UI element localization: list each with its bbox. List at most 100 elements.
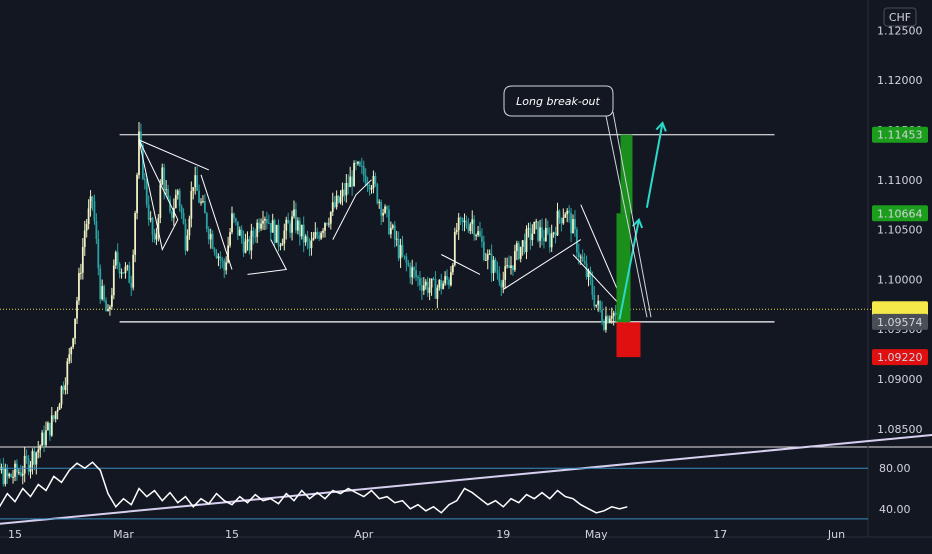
candle-body — [152, 218, 154, 235]
candle-body — [150, 218, 152, 219]
candle-body — [402, 245, 404, 256]
candle-body — [411, 267, 413, 277]
candle-body — [90, 196, 92, 208]
candle-body — [533, 222, 535, 234]
candle-body — [338, 196, 340, 203]
candle-body — [312, 238, 314, 240]
candle-body — [491, 254, 493, 274]
profit-zone[interactable] — [617, 213, 631, 322]
candle-body — [111, 295, 113, 307]
time-tick-label: 15 — [8, 528, 22, 541]
candle-body — [601, 310, 603, 323]
candle-body — [109, 307, 111, 309]
candle-body — [183, 213, 185, 223]
candle-body — [125, 267, 127, 274]
candle-body — [382, 213, 384, 216]
candle-body — [156, 233, 158, 239]
candle-body — [299, 221, 301, 237]
candle-body — [359, 162, 361, 166]
candle-body — [487, 254, 489, 259]
time-tick-label: Jun — [827, 528, 845, 541]
candle-body — [369, 185, 371, 189]
candle-body — [580, 257, 582, 258]
candle-body — [107, 309, 109, 311]
candle-body — [64, 385, 66, 390]
chart-canvas[interactable]: Long break-out 1.085001.090001.095001.10… — [0, 0, 932, 550]
candle-body — [535, 221, 537, 222]
candle-body — [518, 243, 520, 259]
candle-body — [37, 450, 39, 453]
candle-body — [307, 236, 309, 241]
profit-zone-extended[interactable] — [621, 135, 633, 214]
candle-body — [190, 191, 192, 219]
candle-body — [413, 267, 415, 270]
candle-body — [557, 211, 559, 236]
candle-body — [260, 224, 262, 229]
candle-body — [374, 176, 376, 184]
candle-body — [446, 276, 448, 280]
candle-body — [316, 232, 318, 235]
candle-body — [245, 241, 247, 252]
candle-body — [235, 218, 237, 221]
candle-body — [70, 347, 72, 354]
candle-body — [4, 468, 6, 484]
candle-body — [342, 190, 344, 197]
candle-body — [347, 183, 349, 187]
candle-body — [479, 231, 481, 236]
candle-body — [500, 282, 502, 287]
candle-body — [171, 211, 173, 218]
candle-body — [311, 240, 313, 248]
candle-body — [280, 245, 282, 246]
candle-body — [467, 227, 469, 231]
candle-body — [20, 472, 22, 475]
candle-body — [231, 214, 233, 233]
candle-body — [117, 252, 119, 264]
candle-body — [537, 221, 539, 240]
candle-body — [603, 323, 605, 330]
candle-body — [28, 458, 30, 471]
candle-body — [409, 265, 411, 277]
candle-body — [440, 280, 442, 289]
candle-body — [293, 209, 295, 216]
candle-body — [72, 338, 74, 347]
candle-body — [582, 257, 584, 261]
candle-body — [61, 386, 63, 404]
candle-body — [322, 231, 324, 233]
candle-body — [597, 301, 599, 305]
price-tick-label: 1.12000 — [877, 74, 923, 87]
candle-body — [119, 264, 121, 274]
candle-body — [154, 235, 156, 239]
candle-body — [18, 472, 20, 473]
candle-body — [51, 415, 53, 435]
candle-body — [510, 265, 512, 268]
candle-body — [355, 163, 357, 164]
candle-body — [508, 265, 510, 268]
stop-loss-zone[interactable] — [617, 322, 641, 357]
candle-body — [528, 228, 530, 229]
candle-body — [529, 228, 531, 240]
candle-body — [45, 430, 47, 445]
candle-body — [43, 433, 45, 446]
candle-body — [520, 247, 522, 259]
candle-body — [576, 229, 578, 252]
candle-body — [287, 220, 289, 224]
candle-body — [543, 238, 545, 241]
candle-body — [223, 261, 225, 271]
candle-body — [607, 316, 609, 323]
candle-body — [6, 468, 8, 476]
candle-body — [256, 223, 258, 237]
candle-body — [566, 211, 568, 214]
candle-body — [334, 202, 336, 207]
time-tick-label: May — [585, 528, 608, 541]
candle-body — [462, 218, 464, 222]
time-tick-label: 17 — [713, 528, 727, 541]
candle-body — [126, 266, 128, 267]
candle-body — [394, 225, 396, 239]
candle-body — [161, 167, 163, 184]
candle-body — [272, 220, 274, 232]
candle-body — [471, 219, 473, 224]
candle-body — [595, 305, 597, 306]
candle-body — [469, 224, 471, 231]
candle-body — [380, 202, 382, 216]
candle-body — [187, 236, 189, 251]
